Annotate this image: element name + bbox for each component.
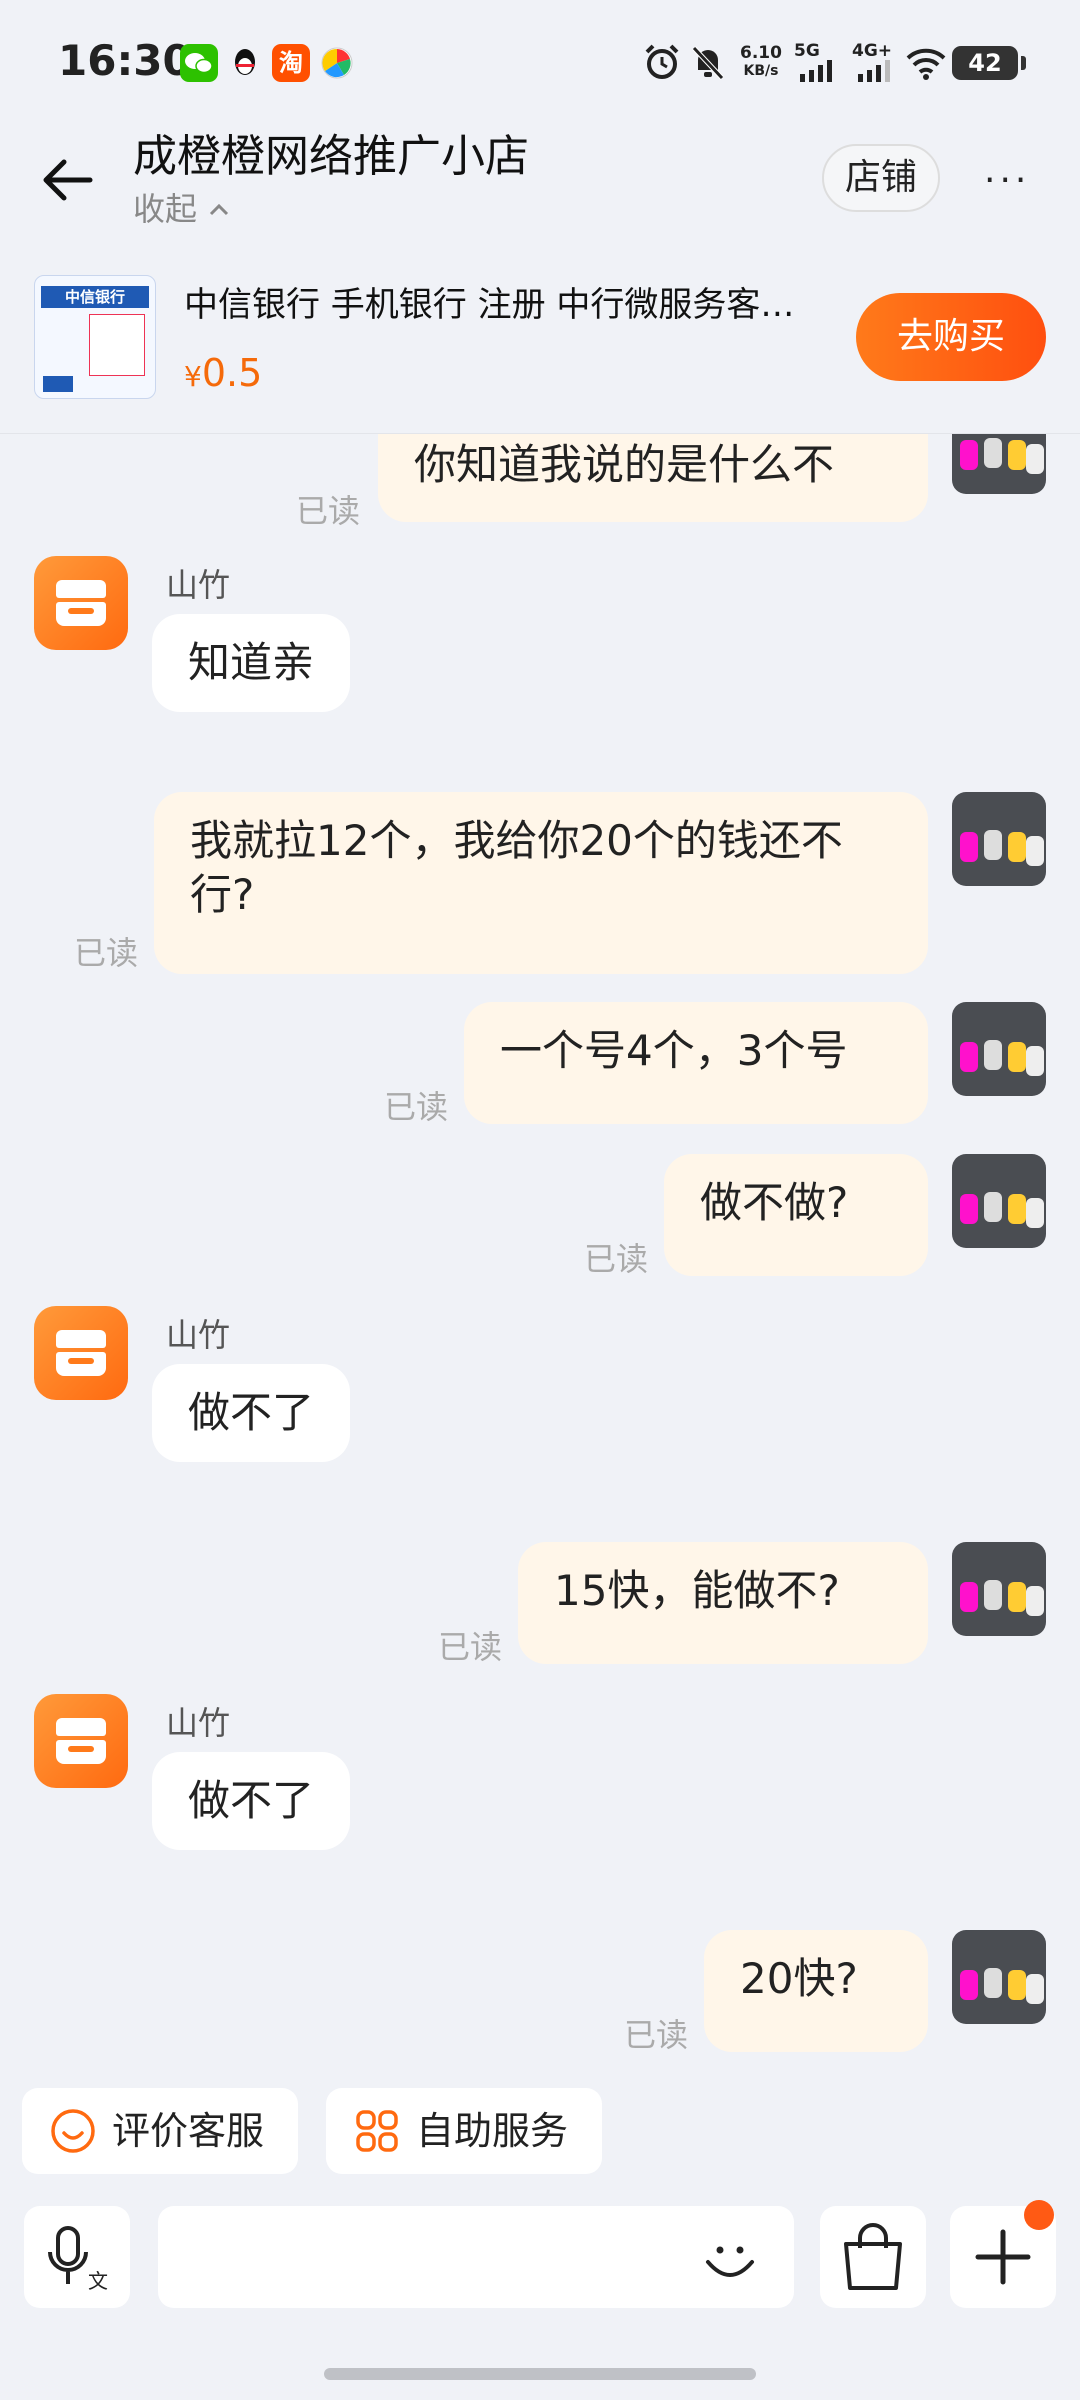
shop-avatar[interactable] (34, 1694, 128, 1788)
collapse-label: 收起 (133, 190, 198, 228)
emoji-icon[interactable] (700, 2230, 760, 2290)
signal-icon (800, 60, 832, 82)
home-indicator[interactable] (324, 2368, 756, 2380)
message-text: 一个号4个，3个号 (500, 1026, 848, 1075)
taobao-icon: 淘 (272, 44, 310, 82)
rate-service-button[interactable]: 评价客服 (22, 2088, 298, 2174)
wifi-icon (906, 48, 946, 80)
wechat-icon (180, 44, 218, 82)
buy-button[interactable]: 去购买 (856, 293, 1046, 381)
speed-value: 6.10 (740, 43, 782, 63)
chevron-up-icon (210, 203, 229, 216)
thumbnail-decoration (43, 376, 73, 392)
thumbnail-card-image (89, 314, 145, 376)
message-input[interactable] (158, 2206, 794, 2308)
message-text: 做不做? (700, 1178, 849, 1227)
message-text: 15快，能做不? (554, 1566, 840, 1615)
message-text: 知道亲 (188, 638, 315, 687)
qq-icon (226, 44, 264, 82)
read-receipt: 已读 (624, 2016, 689, 2054)
collapse-toggle[interactable]: 收起 (133, 184, 231, 230)
my-avatar[interactable] (952, 1002, 1046, 1096)
message-bubble[interactable]: 做不了 (152, 1752, 351, 1850)
signal-icon (858, 60, 890, 82)
product-thumbnail-label: 中信银行 (41, 286, 149, 308)
message-text: 做不了 (188, 1388, 315, 1437)
shop-avatar[interactable] (34, 556, 128, 650)
goods-button[interactable] (820, 2206, 926, 2308)
pinwheel-icon (318, 44, 356, 82)
message-bubble[interactable]: 做不做? (664, 1154, 928, 1276)
chat-messages[interactable]: 你知道我说的是什么不 已读 山竹 知道亲 我就拉12个，我给你20个的钱还不行?… (0, 434, 1080, 2074)
message-text: 20快? (740, 1954, 858, 2003)
grid-icon (356, 2110, 398, 2152)
price-value: 0.5 (201, 351, 263, 395)
sender-name: 山竹 (166, 1316, 231, 1354)
network-4g-label: 4G+ (852, 41, 893, 61)
message-bubble[interactable]: 做不了 (152, 1364, 351, 1462)
read-receipt: 已读 (74, 934, 139, 972)
network-4g: 4G+ (852, 42, 900, 86)
message-text: 你知道我说的是什么不 (414, 440, 835, 489)
status-time: 16:30 (58, 36, 192, 85)
mute-bell-icon (692, 46, 724, 80)
network-speed: 6.10 KB/s (734, 44, 788, 80)
message-bubble[interactable]: 你知道我说的是什么不 (378, 434, 928, 522)
input-bar: 文 (0, 2200, 1080, 2330)
product-price: ¥0.5 (184, 351, 262, 395)
message-bubble[interactable]: 20快? (704, 1930, 928, 2052)
shopping-bag-icon (844, 2223, 902, 2290)
sender-name: 山竹 (166, 566, 231, 604)
message-text: 我就拉12个，我给你20个的钱还不行? (190, 816, 843, 919)
message-bubble[interactable]: 15快，能做不? (518, 1542, 928, 1664)
svg-text:文: 文 (88, 2269, 108, 2293)
shop-avatar[interactable] (34, 1306, 128, 1400)
thumbnail-decoration (43, 320, 83, 374)
notification-dot (1024, 2200, 1054, 2230)
self-service-label: 自助服务 (416, 2109, 569, 2153)
message-text: 做不了 (188, 1776, 315, 1825)
message-bubble[interactable]: 一个号4个，3个号 (464, 1002, 928, 1124)
sender-name: 山竹 (166, 1704, 231, 1742)
my-avatar[interactable] (952, 1930, 1046, 2024)
read-receipt: 已读 (438, 1628, 503, 1666)
alarm-icon (645, 44, 679, 79)
product-thumbnail[interactable]: 中信银行 (34, 275, 156, 399)
network-5g: 5G (794, 42, 842, 86)
product-name: 中信银行 手机银行 注册 中行微服务客… (184, 285, 795, 325)
my-avatar[interactable] (952, 1154, 1046, 1248)
read-receipt: 已读 (584, 1240, 649, 1278)
battery-icon: 42 (952, 46, 1026, 80)
shop-title: 成橙橙网络推广小店 (133, 131, 529, 182)
price-symbol: ¥ (184, 360, 202, 393)
voice-button[interactable]: 文 (24, 2206, 130, 2308)
network-5g-label: 5G (794, 41, 820, 61)
speed-unit: KB/s (743, 63, 779, 79)
my-avatar[interactable] (952, 792, 1046, 886)
read-receipt: 已读 (296, 492, 361, 530)
voice-to-text-icon: 文 (48, 2226, 108, 2293)
my-avatar[interactable] (952, 434, 1046, 494)
status-bar: 16:30 淘 6.10 KB/s 5G 4G+ 42 (0, 0, 1080, 120)
message-bubble[interactable]: 我就拉12个，我给你20个的钱还不行? (154, 792, 928, 974)
self-service-button[interactable]: 自助服务 (326, 2088, 602, 2174)
rate-service-label: 评价客服 (112, 2109, 265, 2153)
product-card[interactable]: 中信银行 中信银行 手机银行 注册 中行微服务客… ¥0.5 去购买 (0, 245, 1080, 434)
more-icon[interactable]: ··· (984, 160, 1044, 201)
chat-header: 成橙橙网络推广小店 收起 店铺 ··· (0, 110, 1080, 245)
store-button[interactable]: 店铺 (822, 144, 940, 212)
read-receipt: 已读 (384, 1088, 449, 1126)
my-avatar[interactable] (952, 1542, 1046, 1636)
message-bubble[interactable]: 知道亲 (152, 614, 351, 712)
smile-icon (51, 2109, 95, 2153)
back-arrow-icon[interactable] (38, 150, 98, 210)
